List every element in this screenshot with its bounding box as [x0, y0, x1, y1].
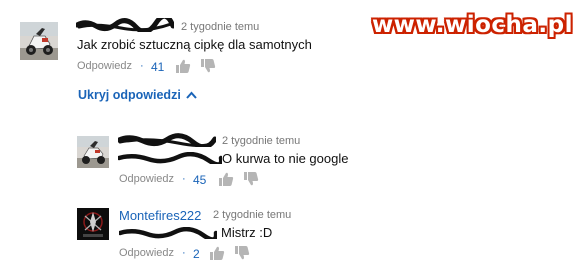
comment-author-name[interactable]: Montefires222: [119, 208, 201, 223]
thumbs-down-icon[interactable]: [234, 245, 250, 261]
like-count: 41: [151, 60, 165, 74]
reply-button[interactable]: Odpowiedz: [77, 60, 132, 72]
separator-dot: ·: [140, 60, 144, 72]
comment-text: Jak zrobić sztuczną cipkę dla samotnych: [77, 37, 312, 52]
reply-button[interactable]: Odpowiedz: [119, 247, 174, 259]
thumbs-up-icon[interactable]: [218, 171, 234, 187]
avatar[interactable]: [77, 136, 109, 168]
comment-timestamp[interactable]: 2 tygodnie temu: [181, 21, 259, 33]
separator-dot: ·: [182, 173, 186, 185]
author-name-redacted: [76, 18, 174, 32]
hide-replies-label: Ukryj odpowiedzi: [78, 88, 181, 102]
thumbs-up-icon[interactable]: [209, 245, 225, 261]
avatar[interactable]: [77, 208, 109, 240]
like-count: 2: [193, 247, 200, 261]
chevron-up-icon: [186, 91, 197, 99]
author-name-redacted: [118, 133, 216, 147]
mention-redacted: [118, 152, 222, 164]
comment-timestamp[interactable]: 2 tygodnie temu: [222, 135, 300, 147]
mention-redacted: [119, 227, 217, 239]
thumbs-down-icon[interactable]: [243, 171, 259, 187]
comment-timestamp[interactable]: 2 tygodnie temu: [213, 209, 291, 221]
comment-text: O kurwa to nie google: [222, 151, 349, 166]
reply-button[interactable]: Odpowiedz: [119, 173, 174, 185]
thumbs-down-icon[interactable]: [200, 58, 216, 74]
like-count: 45: [193, 173, 207, 187]
separator-dot: ·: [182, 247, 186, 259]
avatar[interactable]: [20, 22, 58, 60]
hide-replies-button[interactable]: Ukryj odpowiedzi: [78, 88, 197, 102]
comment-text: Mistrz :D: [221, 225, 273, 240]
watermark-logo: www.wiocha.pl: [371, 12, 573, 38]
thumbs-up-icon[interactable]: [175, 58, 191, 74]
